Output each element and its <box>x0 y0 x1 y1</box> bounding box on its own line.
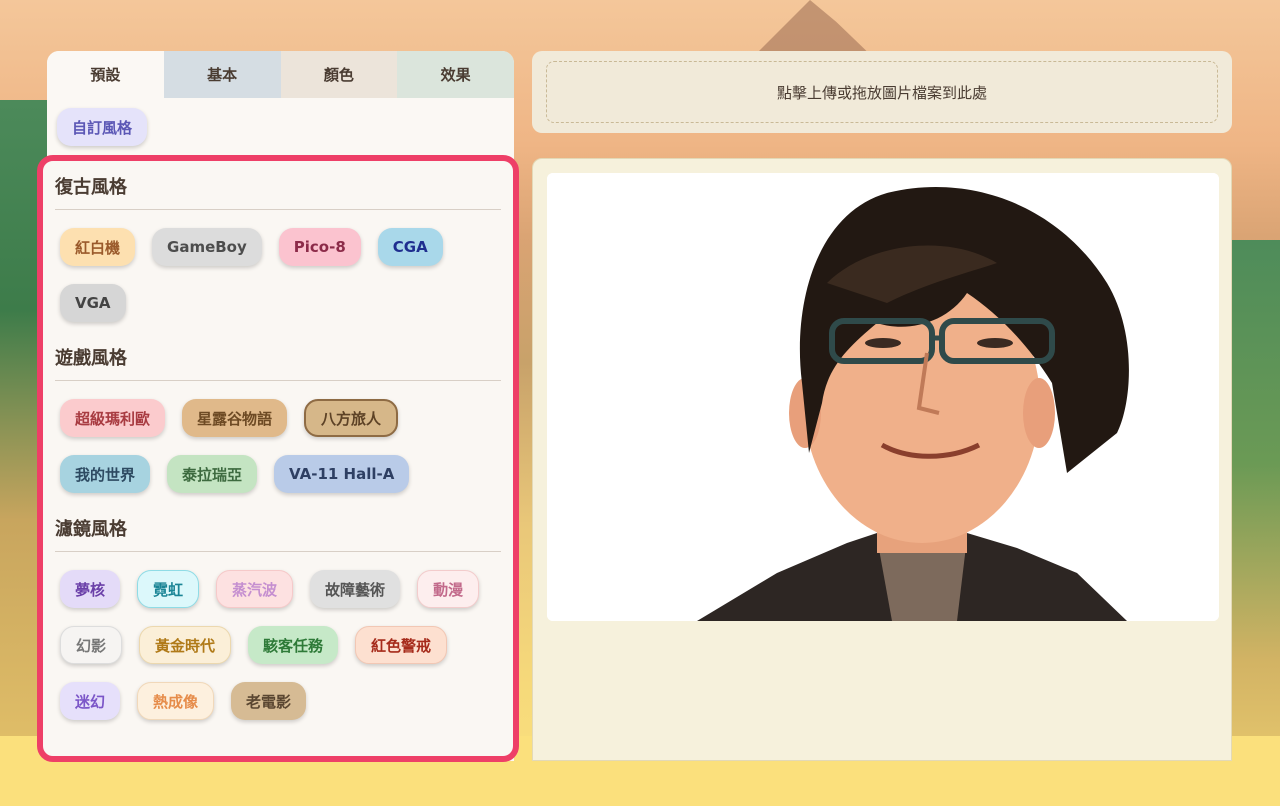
preset-glitch-art[interactable]: 故障藝術 <box>310 570 401 608</box>
section-title: 復古風格 <box>55 173 501 210</box>
preset-thermal[interactable]: 熱成像 <box>137 682 215 720</box>
preset-golden-age[interactable]: 黃金時代 <box>139 626 232 664</box>
preset-old-film[interactable]: 老電影 <box>231 682 307 720</box>
preview-panel <box>532 158 1232 761</box>
retro-section: 復古風格 紅白機 GameBoy Pico-8 CGA VGA <box>55 173 501 322</box>
preset-red-alert[interactable]: 紅色警戒 <box>355 626 448 664</box>
tab-bar: 預設 基本 顏色 效果 <box>47 51 514 98</box>
preset-octopath-traveler[interactable]: 八方旅人 <box>304 399 399 437</box>
tab-basic[interactable]: 基本 <box>163 51 281 98</box>
preset-minecraft[interactable]: 我的世界 <box>60 455 151 493</box>
preset-cga[interactable]: CGA <box>377 228 443 266</box>
upload-text: 點擊上傳或拖放圖片檔案到此處 <box>776 83 987 102</box>
preset-vaporwave[interactable]: 蒸汽波 <box>216 570 294 608</box>
preset-styles-box: 復古風格 紅白機 GameBoy Pico-8 CGA VGA 遊戲風格 超級瑪… <box>37 155 519 762</box>
preset-super-mario[interactable]: 超級瑪利歐 <box>60 399 166 437</box>
section-title: 遊戲風格 <box>55 344 501 381</box>
preset-dreamcore[interactable]: 夢核 <box>60 570 121 608</box>
game-section: 遊戲風格 超級瑪利歐 星露谷物語 八方旅人 我的世界 泰拉瑞亞 VA-11 Ha… <box>55 344 501 493</box>
tab-effects[interactable]: 效果 <box>397 51 514 98</box>
tab-presets[interactable]: 預設 <box>47 51 164 98</box>
upload-area[interactable]: 點擊上傳或拖放圖片檔案到此處 <box>532 51 1232 133</box>
preset-phantom[interactable]: 幻影 <box>60 626 123 664</box>
preset-gameboy[interactable]: GameBoy <box>152 228 262 266</box>
preview-image <box>547 173 1219 621</box>
preset-pico8[interactable]: Pico-8 <box>278 228 361 266</box>
preset-terraria[interactable]: 泰拉瑞亞 <box>167 455 258 493</box>
preset-matrix[interactable]: 駭客任務 <box>248 626 339 664</box>
trees-right-decoration <box>1230 240 1280 800</box>
section-title: 濾鏡風格 <box>55 515 501 552</box>
preset-psychedelic[interactable]: 迷幻 <box>60 682 121 720</box>
upload-dropzone[interactable]: 點擊上傳或拖放圖片檔案到此處 <box>546 61 1218 123</box>
preset-famicom[interactable]: 紅白機 <box>60 228 136 266</box>
portrait-photo <box>547 173 1219 621</box>
preset-neon[interactable]: 霓虹 <box>137 570 200 608</box>
preset-vga[interactable]: VGA <box>60 284 126 322</box>
filter-section: 濾鏡風格 夢核 霓虹 蒸汽波 故障藝術 動漫 幻影 黃金時代 駭客任務 紅色警戒… <box>55 515 501 720</box>
preset-anime[interactable]: 動漫 <box>417 570 480 608</box>
preset-va11-hall-a[interactable]: VA-11 Hall-A <box>274 455 410 493</box>
preset-stardew-valley[interactable]: 星露谷物語 <box>182 399 288 437</box>
tab-color[interactable]: 顏色 <box>280 51 398 98</box>
custom-style-button[interactable]: 自訂風格 <box>57 108 148 146</box>
